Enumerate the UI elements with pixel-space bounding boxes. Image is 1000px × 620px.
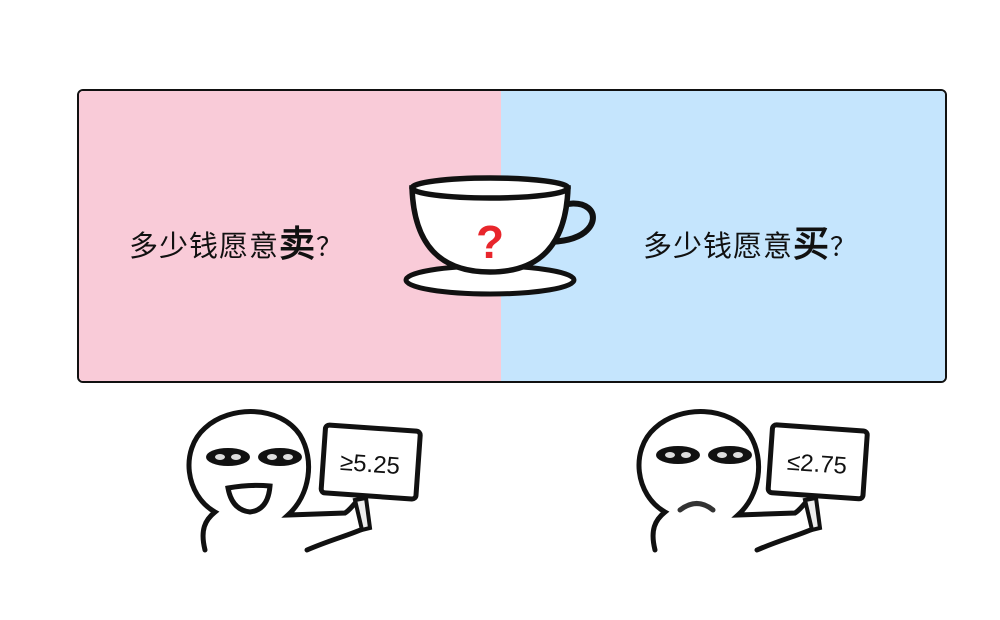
buyer-question: 多少钱愿意买？ xyxy=(643,215,857,267)
seller-sign-text: ≥5.25 xyxy=(339,449,401,480)
seller-question-prefix: 多少钱愿意 xyxy=(129,229,280,263)
teacup-icon: ? xyxy=(403,175,596,297)
cup-question-mark: ? xyxy=(476,216,504,268)
buyer-price-sign: ≤2.75 xyxy=(765,422,870,502)
seller-character: ≥5.25 xyxy=(186,409,423,553)
buyer-sign-text: ≤2.75 xyxy=(786,449,848,480)
seller-price-sign: ≥5.25 xyxy=(318,422,423,502)
seller-question: 多少钱愿意卖？ xyxy=(129,215,343,267)
buyer-question-mark: ？ xyxy=(830,233,858,263)
seller-question-mark: ？ xyxy=(316,233,344,263)
buyer-question-verb: 买 xyxy=(793,224,831,265)
buyer-character: ≤2.75 xyxy=(636,409,870,553)
seller-question-verb: 卖 xyxy=(279,224,317,265)
buyer-question-prefix: 多少钱愿意 xyxy=(643,229,794,263)
